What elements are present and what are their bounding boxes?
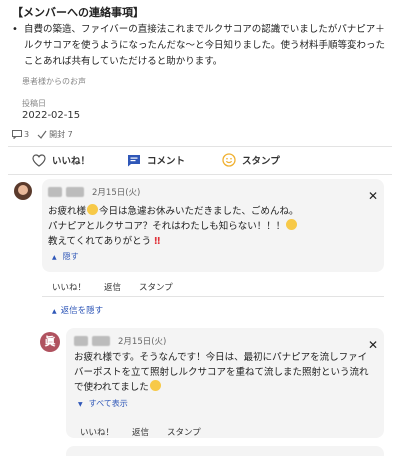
comment-line: パナピアとルクサコア？それはわたしも知らない！！！ bbox=[48, 221, 286, 232]
heart-icon bbox=[32, 153, 46, 167]
reply-date: 2月15日(火) bbox=[118, 337, 167, 347]
reply-text: お疲れ様です。そうなんです！今日は、最初にパナピアを流しファイ バーポストを立て… bbox=[74, 350, 374, 395]
comment-reply-button[interactable]: 返信 bbox=[104, 281, 121, 293]
hide-replies-toggle[interactable]: ▲ 返信を隠す bbox=[52, 304, 103, 316]
posted-date: 2022-02-15 bbox=[22, 110, 81, 121]
divider bbox=[8, 146, 392, 147]
like-label: いいね！ bbox=[52, 156, 91, 167]
checkmark-icon bbox=[37, 130, 47, 139]
comment-line: お疲れ様 bbox=[48, 206, 87, 217]
reply-card: 2月15日(火) ✕ お疲れ様です。そうなんです！今日は、最初にパナピアを流しフ… bbox=[66, 328, 384, 438]
caret-up-icon: ▲ bbox=[52, 254, 57, 261]
avatar[interactable] bbox=[14, 182, 32, 200]
bullet: • bbox=[12, 24, 18, 35]
source-label: 患者様からのお声 bbox=[22, 77, 86, 86]
hide-replies-label: 返信を隠す bbox=[60, 306, 104, 316]
comment-line: 今日は急遽お休みいただきました、ごめんね。 bbox=[99, 206, 299, 217]
posted-label: 投稿日 bbox=[22, 99, 46, 108]
smiley-icon bbox=[222, 153, 236, 167]
post-body-text: 自費の築造、ファイバーの直接法これまでルクサコアの認識でいましたがパナピア＋ルク… bbox=[24, 24, 386, 67]
post-content: 【メンバーへの連絡事項】 • 自費の築造、ファイバーの直接法これまでルクサコアの… bbox=[12, 6, 392, 70]
post-body: • 自費の築造、ファイバーの直接法これまでルクサコアの認識でいましたがパナピア＋… bbox=[12, 22, 392, 70]
flushed-emoji-icon bbox=[149, 380, 161, 391]
reply-reply-button[interactable]: 返信 bbox=[132, 426, 149, 438]
comment-button[interactable]: コメント bbox=[127, 153, 185, 167]
sweat-smile-emoji-icon bbox=[87, 204, 99, 215]
author-name-redacted bbox=[92, 336, 110, 346]
comment-count-icon bbox=[12, 130, 22, 139]
stamp-label: スタンプ bbox=[242, 156, 280, 167]
author-name-redacted bbox=[48, 187, 62, 197]
comment-card: 2月15日(火) ✕ お疲れ様 今日は急遽お休みいただきました、ごめんね。 パナピ… bbox=[42, 179, 384, 272]
comment-stamp-button[interactable]: スタンプ bbox=[139, 281, 173, 293]
comment-author-row: 2月15日(火) bbox=[48, 186, 140, 198]
reply-line: で使われてました bbox=[74, 382, 149, 393]
divider bbox=[42, 296, 384, 297]
caret-up-icon: ▲ bbox=[52, 308, 57, 315]
hide-toggle[interactable]: ▲ 隠す bbox=[52, 251, 79, 262]
double-exclamation-icon: ‼ bbox=[154, 236, 161, 247]
comment-icon bbox=[128, 154, 140, 166]
author-name-redacted bbox=[66, 187, 84, 197]
comment-text: お疲れ様 今日は急遽お休みいただきました、ごめんね。 パナピアとルクサコア？それは… bbox=[48, 204, 348, 249]
flushed-emoji-icon bbox=[286, 219, 298, 230]
read-count: 開封 7 bbox=[49, 130, 73, 139]
reply-like-button[interactable]: いいね！ bbox=[80, 426, 114, 438]
reply-actions: いいね！ 返信 スタンプ bbox=[80, 426, 219, 438]
post-stats: 3 開封 7 bbox=[12, 129, 81, 140]
show-all-toggle[interactable]: ▼ すべて表示 bbox=[78, 398, 128, 409]
like-button[interactable]: いいね！ bbox=[32, 153, 90, 167]
stamp-button[interactable]: スタンプ bbox=[222, 153, 280, 167]
post-action-bar: いいね！ コメント スタンプ bbox=[0, 148, 400, 172]
reply-author-row: 2月15日(火) bbox=[74, 335, 166, 347]
comment-count: 3 bbox=[24, 130, 30, 139]
show-all-label: すべて表示 bbox=[88, 399, 128, 408]
hide-toggle-label: 隠す bbox=[62, 252, 79, 261]
comment-date: 2月15日(火) bbox=[92, 188, 141, 198]
author-name-redacted bbox=[74, 336, 88, 346]
reply-line: お疲れ様です。そうなんです！今日は、最初にパナピアを流しファイ bbox=[74, 352, 368, 363]
divider bbox=[8, 174, 392, 175]
next-reply-card bbox=[66, 446, 384, 456]
reply-stamp-button[interactable]: スタンプ bbox=[167, 426, 201, 438]
comment-like-button[interactable]: いいね！ bbox=[52, 281, 86, 293]
comment-line: 教えてくれてありがとう bbox=[48, 236, 152, 247]
comment-label: コメント bbox=[147, 156, 186, 167]
avatar[interactable]: 眞 bbox=[40, 332, 60, 352]
post-title: 【メンバーへの連絡事項】 bbox=[12, 6, 144, 19]
comment-actions: いいね！ 返信 スタンプ bbox=[52, 281, 191, 293]
caret-down-icon: ▼ bbox=[78, 401, 83, 408]
reply-line: バーポストを立て照射しルクサコアを重ねて流しまた照射という流れ bbox=[74, 367, 369, 378]
close-icon[interactable]: ✕ bbox=[368, 190, 378, 202]
